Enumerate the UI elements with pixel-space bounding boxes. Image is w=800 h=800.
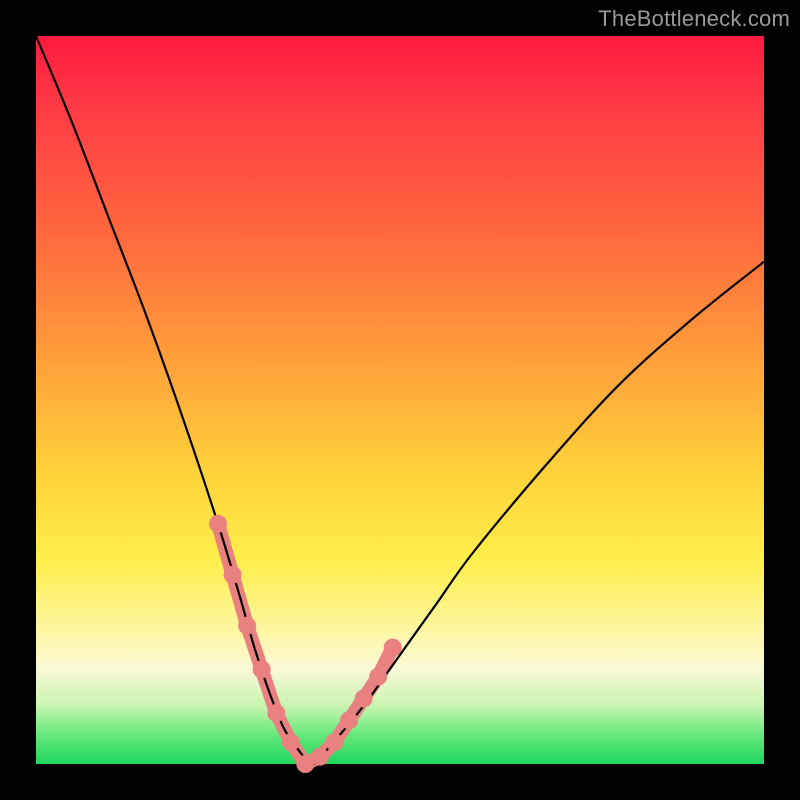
chart-frame: TheBottleneck.com	[0, 0, 800, 800]
bottleneck-curve	[36, 36, 764, 764]
highlight-dot	[238, 617, 256, 635]
highlight-band	[218, 524, 393, 764]
highlight-dot	[224, 566, 242, 584]
highlight-dot	[311, 748, 329, 766]
highlight-dot	[253, 660, 271, 678]
highlight-dot	[325, 733, 343, 751]
highlight-dot	[384, 639, 402, 657]
highlight-dot	[340, 711, 358, 729]
highlight-dot	[209, 515, 227, 533]
highlight-dot	[267, 704, 285, 722]
watermark-text: TheBottleneck.com	[598, 6, 790, 32]
highlight-dot	[355, 689, 373, 707]
curve-svg	[36, 36, 764, 764]
plot-area	[36, 36, 764, 764]
highlight-dot	[369, 668, 387, 686]
highlight-dot	[282, 733, 300, 751]
highlight-path	[218, 524, 393, 764]
highlight-dots	[209, 515, 402, 773]
